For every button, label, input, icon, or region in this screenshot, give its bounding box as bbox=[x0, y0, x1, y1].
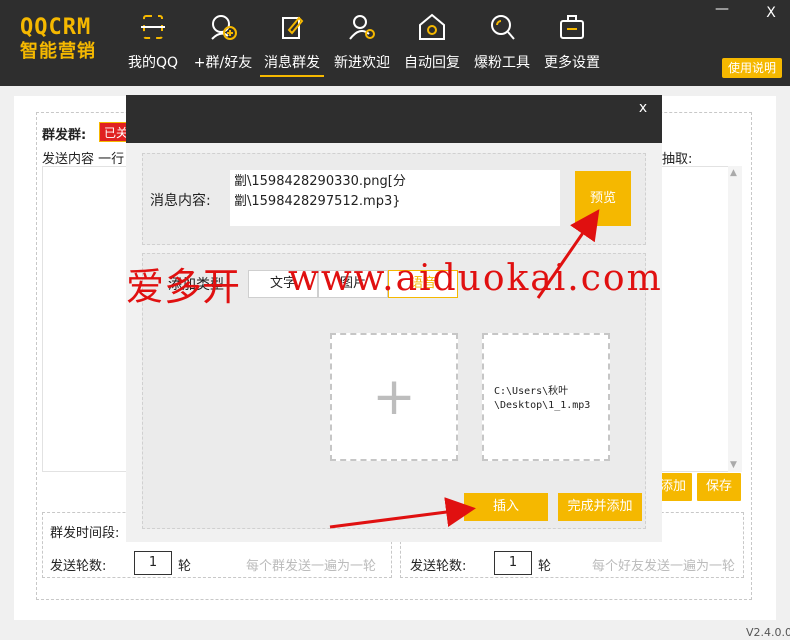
nav-more-settings[interactable]: 更多设置 bbox=[540, 12, 604, 78]
nav-label: 新进欢迎 bbox=[334, 55, 390, 71]
finish-and-add-button[interactable]: 完成并添加 bbox=[558, 493, 642, 521]
content-scrollbar[interactable]: ▲ ▼ bbox=[728, 166, 742, 472]
insert-button[interactable]: 插入 bbox=[464, 493, 548, 521]
logo-text-sub: 智能营销 bbox=[20, 41, 96, 62]
nav-my-qq[interactable]: 我的QQ bbox=[122, 12, 184, 78]
toolbox-icon bbox=[560, 15, 584, 39]
nav-auto-reply[interactable]: 自动回复 bbox=[400, 12, 464, 78]
add-contact-icon bbox=[211, 15, 237, 40]
auto-reply-icon bbox=[419, 13, 445, 40]
preview-button[interactable]: 预览 bbox=[575, 171, 631, 226]
nav-label: 我的QQ bbox=[127, 55, 179, 71]
message-content-label: 消息内容: bbox=[150, 193, 211, 209]
qq-scan-icon bbox=[141, 15, 165, 39]
interval-label: 群发时间段: bbox=[50, 526, 120, 541]
plus-icon: + bbox=[372, 367, 416, 427]
welcome-user-icon bbox=[349, 15, 375, 40]
nav-fans-tool[interactable]: 爆粉工具 bbox=[470, 12, 534, 78]
group-rounds-unit: 轮 bbox=[178, 559, 192, 574]
close-window-button[interactable]: X bbox=[762, 4, 780, 22]
extract-label: 抽取: bbox=[662, 152, 693, 167]
friend-rounds-label: 发送轮数: bbox=[410, 559, 467, 574]
nav-label: 消息群发 bbox=[260, 52, 324, 77]
group-status-badge[interactable]: 已关 bbox=[99, 122, 129, 142]
nav-label: 爆粉工具 bbox=[474, 55, 530, 71]
file-path-text: C:\Users\秋叶 \Desktop\1_1.mp3 bbox=[494, 386, 591, 411]
send-content-label: 发送内容 一行 bbox=[42, 152, 125, 167]
dialog-close-button[interactable]: x bbox=[634, 99, 652, 117]
group-label: 群发群: bbox=[42, 128, 87, 143]
message-content-input[interactable]: 劏\1598428290330.png[分 劏\1598428297512.mp… bbox=[230, 170, 560, 226]
dialog-header: x bbox=[126, 95, 662, 143]
search-fans-icon bbox=[491, 15, 515, 40]
friend-rounds-hint: 每个好友发送一遍为一轮 bbox=[592, 559, 736, 574]
scroll-up-icon[interactable]: ▲ bbox=[730, 168, 737, 178]
nav-label: +群/好友 bbox=[193, 55, 253, 71]
group-rounds-input[interactable]: 1 bbox=[134, 551, 172, 575]
minimize-button[interactable]: — bbox=[713, 2, 731, 18]
insert-content-dialog: x bbox=[126, 95, 662, 542]
app-logo: QQCRM 智能营销 bbox=[20, 16, 102, 64]
logo-text-main: QQCRM bbox=[20, 15, 92, 40]
nav-label: 自动回复 bbox=[404, 55, 460, 71]
nav-label: 更多设置 bbox=[544, 55, 600, 71]
nav-message-broadcast[interactable]: 消息群发 bbox=[260, 12, 324, 78]
version-label: V2.4.0.0 bbox=[746, 626, 790, 639]
friend-rounds-unit: 轮 bbox=[538, 559, 552, 574]
help-button[interactable]: 使用说明 bbox=[722, 58, 782, 78]
selected-file-tile[interactable]: C:\Users\秋叶 \Desktop\1_1.mp3 bbox=[482, 333, 610, 461]
upload-file-button[interactable]: + bbox=[330, 333, 458, 461]
watermark-chinese: 爱多开 bbox=[126, 265, 241, 309]
top-bar: QQCRM 智能营销 我的QQ +群/好友 消息群发 新进欢迎 自动回复 爆粉工… bbox=[0, 0, 790, 86]
watermark-url: www.aiduokai.com bbox=[288, 258, 663, 299]
group-rounds-hint: 每个群发送一遍为一轮 bbox=[246, 559, 377, 574]
nav-add-group[interactable]: +群/好友 bbox=[190, 12, 256, 78]
scroll-down-icon[interactable]: ▼ bbox=[730, 460, 737, 470]
friend-rounds-input[interactable]: 1 bbox=[494, 551, 532, 575]
group-rounds-label: 发送轮数: bbox=[50, 559, 107, 574]
message-edit-icon bbox=[282, 16, 304, 39]
save-button[interactable]: 保存 bbox=[697, 473, 741, 501]
nav-welcome[interactable]: 新进欢迎 bbox=[330, 12, 394, 78]
